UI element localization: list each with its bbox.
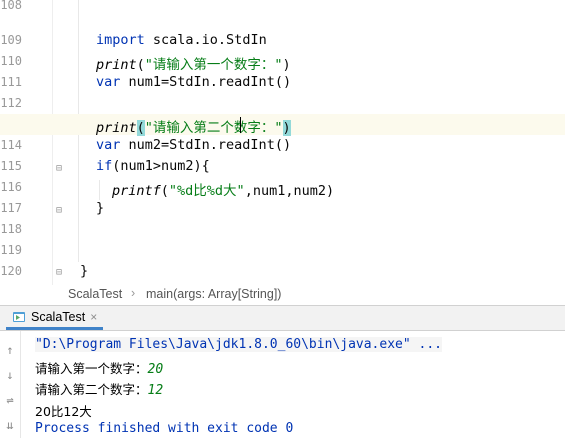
string-literal: "%d比%d大" xyxy=(168,183,245,199)
line-number: 118 xyxy=(0,222,22,236)
code-line[interactable]: } xyxy=(0,261,565,282)
code-token: num2=StdIn.readInt() xyxy=(120,137,292,153)
soft-wrap-icon[interactable]: ⇌ xyxy=(2,392,18,408)
scroll-to-end-icon[interactable]: ⇊ xyxy=(2,417,18,433)
code-token: (num1>num2){ xyxy=(112,158,210,174)
line-number: 119 xyxy=(0,243,22,257)
console-line: 请输入第一个数字：20 xyxy=(35,358,163,377)
line-number: 112 xyxy=(0,96,22,110)
breadcrumb-item-class[interactable]: ScalaTest xyxy=(68,287,122,301)
console-prompt: 请输入第二个数字： xyxy=(35,382,148,397)
console-exit-message: Process finished with exit code 0 xyxy=(35,421,294,436)
code-token: scala.io.StdIn xyxy=(144,32,267,48)
code-line[interactable]: if(num1>num2){ xyxy=(0,156,565,177)
run-toolbar: ↑ ↓ ⇌ ⇊ xyxy=(0,331,21,438)
keyword: if xyxy=(96,158,113,174)
tab-scalatest[interactable]: ScalaTest × xyxy=(6,306,104,330)
keyword: var xyxy=(96,137,121,153)
line-number: 108 xyxy=(0,0,22,12)
console-user-input: 20 xyxy=(147,362,164,377)
close-icon[interactable]: × xyxy=(90,310,97,324)
keyword: var xyxy=(96,74,121,90)
code-line[interactable]: print("请输入第一个数字：") xyxy=(0,51,565,73)
paren: ( xyxy=(160,183,169,199)
scroll-down-icon[interactable]: ↓ xyxy=(2,367,18,383)
text-cursor xyxy=(240,117,241,133)
console-command-line[interactable]: "D:\Program Files\Java\jdk1.8.0_60\bin\j… xyxy=(35,337,442,352)
console-line: 请输入第二个数字：12 xyxy=(35,379,163,398)
code-line[interactable]: printf("%d比%d大",num1,num2) xyxy=(0,177,565,199)
paren: ) xyxy=(282,57,291,73)
run-tool-window-header: ScalaTest × xyxy=(0,305,565,331)
paren: ( xyxy=(136,57,145,73)
code-line[interactable]: import scala.io.StdIn xyxy=(0,30,565,51)
tab-label: ScalaTest xyxy=(31,309,86,324)
code-line[interactable]: var num2=StdIn.readInt() xyxy=(0,135,565,156)
matched-paren: ) xyxy=(282,120,291,136)
current-code-line[interactable]: print("请输入第二个数字：") xyxy=(0,114,565,136)
code-token: ,num1,num2) xyxy=(244,183,335,199)
console-result: 20比12大 xyxy=(35,404,92,419)
code-token: num1=StdIn.readInt() xyxy=(120,74,292,90)
keyword: import xyxy=(96,32,145,48)
code-token: } xyxy=(80,263,89,279)
code-token: } xyxy=(96,200,105,216)
code-editor[interactable]: 108 109 110 111 112 113 114 115 116 117 … xyxy=(0,0,565,285)
code-line[interactable]: } xyxy=(0,198,565,219)
breadcrumb: ScalaTest › main(args: Array[String]) xyxy=(0,285,565,305)
console-prompt: 请输入第一个数字： xyxy=(35,361,148,376)
code-line[interactable]: var num1=StdIn.readInt() xyxy=(0,72,565,93)
breadcrumb-separator: › xyxy=(131,286,136,300)
function-name: print xyxy=(96,120,137,136)
function-name: printf xyxy=(112,183,161,199)
string-literal: "请输入第二个数字：" xyxy=(144,120,283,136)
console-user-input: 12 xyxy=(147,383,164,398)
breadcrumb-item-method[interactable]: main(args: Array[String]) xyxy=(146,287,281,301)
matched-paren: ( xyxy=(136,120,145,136)
console-output[interactable]: "D:\Program Files\Java\jdk1.8.0_60\bin\j… xyxy=(21,331,565,438)
scroll-up-icon[interactable]: ↑ xyxy=(2,342,18,358)
function-name: print xyxy=(96,57,137,73)
string-literal: "请输入第一个数字：" xyxy=(144,57,283,73)
scala-run-icon xyxy=(12,310,26,324)
